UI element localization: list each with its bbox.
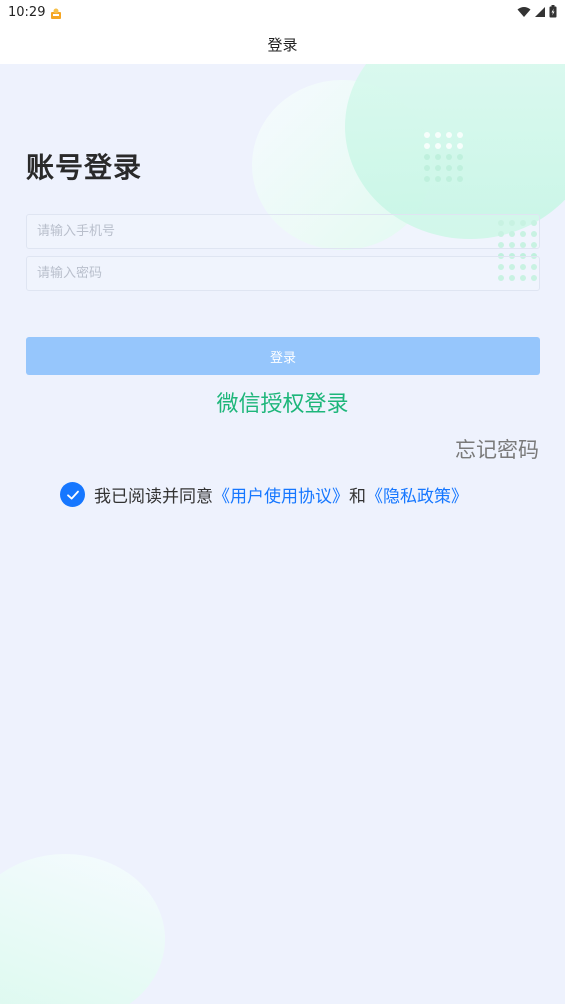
login-page: 账号登录 登录 微信授权登录 忘记密码 我已阅读并同意 《用户使用协议》 和 《… bbox=[0, 64, 565, 1004]
app-header: 登录 bbox=[0, 24, 565, 64]
status-bar: 10:29 bbox=[0, 0, 565, 24]
battery-icon bbox=[549, 3, 557, 22]
forgot-password-link[interactable]: 忘记密码 bbox=[455, 434, 539, 464]
user-agreement-link[interactable]: 《用户使用协议》 bbox=[213, 482, 349, 507]
cell-signal-icon bbox=[534, 3, 546, 22]
decorative-dots bbox=[424, 132, 463, 182]
login-button[interactable]: 登录 bbox=[26, 337, 540, 375]
wifi-icon bbox=[517, 3, 531, 22]
agreement-prefix: 我已阅读并同意 bbox=[94, 487, 213, 507]
password-input[interactable] bbox=[26, 256, 540, 291]
privacy-policy-link[interactable]: 《隐私政策》 bbox=[366, 482, 468, 507]
status-icons bbox=[517, 3, 557, 22]
phone-input[interactable] bbox=[26, 214, 540, 249]
agreement-checkbox[interactable] bbox=[60, 482, 85, 507]
wechat-login-link[interactable]: 微信授权登录 bbox=[0, 386, 565, 418]
status-time: 10:29 bbox=[8, 4, 46, 20]
decorative-bubble bbox=[0, 854, 165, 1004]
agreement-conjunction: 和 bbox=[349, 487, 366, 507]
login-title: 账号登录 bbox=[26, 151, 143, 184]
checkmark-icon bbox=[66, 490, 79, 499]
page-title: 登录 bbox=[267, 35, 298, 54]
agreement-row: 我已阅读并同意 《用户使用协议》 和 《隐私政策》 bbox=[60, 482, 468, 507]
notification-app-icon bbox=[50, 6, 63, 19]
